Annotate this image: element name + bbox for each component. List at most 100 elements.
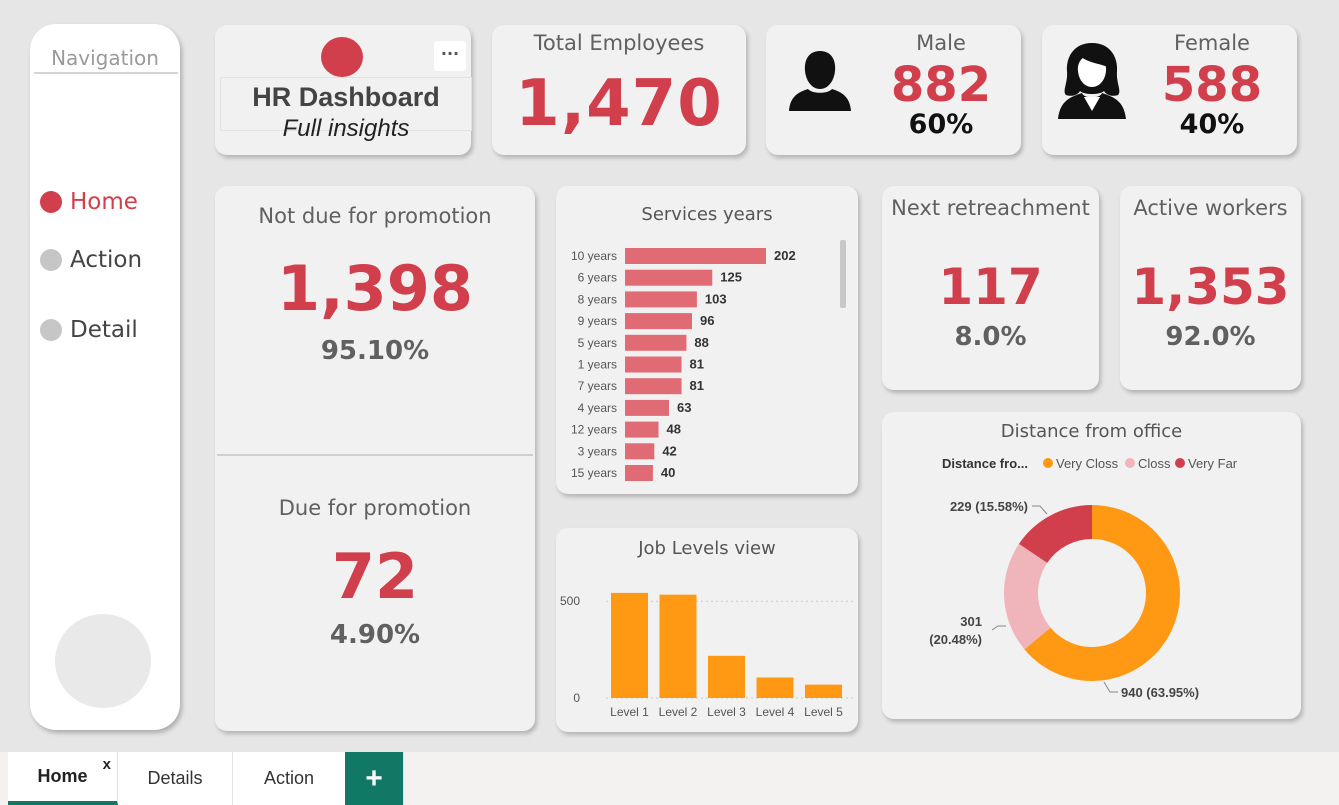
data-label: (20.48%): [929, 632, 982, 647]
nav-item-home[interactable]: Home: [40, 189, 138, 215]
y-tick-label: 500: [560, 594, 580, 608]
bar-category-label: 5 years: [578, 336, 617, 350]
not-due-value: 1,398: [276, 252, 474, 325]
tab-action[interactable]: Action: [233, 752, 346, 805]
legend-marker: [1175, 458, 1185, 468]
female-title: Female: [1174, 31, 1250, 55]
x-tick-label: Level 4: [756, 705, 795, 719]
x-tick-label: Level 1: [610, 705, 649, 719]
not-due-percent: 95.10%: [320, 336, 430, 366]
dashboard-title: HR Dashboard: [252, 82, 440, 112]
bar: [611, 592, 648, 698]
nav-item-action[interactable]: Action: [40, 247, 142, 273]
total-employees-value: 1,470: [515, 67, 723, 141]
bar: [756, 677, 794, 698]
bar: [625, 269, 713, 286]
bar: [659, 594, 697, 698]
navigation-panel: Navigation Home Action Detail: [30, 24, 180, 730]
bar-value-label: 81: [690, 357, 704, 372]
data-label: 229 (15.58%): [950, 499, 1028, 514]
female-card: Female 588 40%: [1042, 25, 1297, 155]
logo-circle-icon: [321, 37, 363, 77]
bar: [625, 334, 687, 351]
bar: [625, 356, 682, 373]
job-levels-chart: 0 500 Level 1 Level 2 Level 3 Level 4 Level 5: [560, 592, 854, 719]
active-workers-title: Active workers: [1133, 196, 1288, 220]
bar: [625, 443, 655, 460]
home-dot-icon: [40, 191, 62, 213]
distance-card: Distance from office Distance fro... Very…: [882, 412, 1301, 719]
leader-line: [1032, 505, 1048, 515]
tab-details[interactable]: Details: [118, 752, 233, 805]
legend-item-label: Closs: [1138, 456, 1171, 471]
bar: [625, 248, 766, 264]
legend-marker: [1125, 458, 1135, 468]
navigation-divider: [34, 72, 178, 74]
avatar-placeholder: [55, 614, 151, 708]
x-tick-label: Level 2: [659, 705, 698, 719]
bar-category-label: 6 years: [578, 271, 617, 285]
bar-value-label: 96: [700, 313, 714, 328]
nav-item-label: Action: [70, 247, 143, 273]
ellipsis-icon[interactable]: ···: [434, 41, 466, 71]
bar: [625, 313, 693, 330]
scrollbar-thumb[interactable]: [840, 240, 846, 308]
title-box: HR Dashboard Full insights: [220, 77, 472, 142]
bar-value-label: 81: [690, 378, 704, 393]
male-value: 882: [890, 57, 992, 113]
bar-category-label: 8 years: [578, 292, 617, 306]
nav-item-label: Home: [70, 189, 138, 215]
not-due-title: Not due for promotion: [258, 204, 492, 228]
tab-label: Details: [147, 768, 203, 788]
tab-label: Action: [263, 768, 315, 788]
bar: [708, 655, 745, 698]
bar-value-label: 202: [774, 248, 796, 263]
bar-value-label: 88: [694, 335, 708, 350]
male-percent: 60%: [908, 109, 974, 140]
active-workers-card: Active workers 1,353 92.0%: [1120, 186, 1301, 390]
detail-dot-icon: [40, 319, 62, 341]
retrenchment-card: Next retreachment 117 8.0%: [882, 186, 1099, 390]
bar: [805, 684, 842, 698]
legend-title: Distance fro...: [942, 456, 1028, 471]
bar-category-label: 4 years: [578, 401, 617, 415]
x-tick-label: Level 5: [804, 705, 843, 719]
male-person-icon: [789, 51, 851, 111]
bar: [625, 421, 659, 438]
legend-item-label: Very Far: [1188, 456, 1238, 471]
due-title: Due for promotion: [278, 496, 472, 520]
retrenchment-value: 117: [938, 258, 1043, 316]
tab-label: Home: [37, 766, 88, 786]
nav-item-detail[interactable]: Detail: [40, 317, 138, 343]
due-percent: 4.90%: [329, 620, 421, 650]
bar-value-label: 125: [720, 270, 742, 285]
male-card: Male 882 60%: [766, 25, 1021, 155]
dashboard-subtitle: Full insights: [282, 115, 410, 142]
bar-category-label: 12 years: [571, 423, 617, 437]
bar-value-label: 103: [705, 291, 727, 306]
retrenchment-title: Next retreachment: [891, 196, 1090, 220]
bar-category-label: 3 years: [578, 444, 617, 458]
navigation-title: Navigation: [51, 46, 159, 70]
distance-chart: Distance fro... Very Closs Closs Very Far 94…: [929, 456, 1238, 700]
job-levels-card: Job Levels view 0 500 Level 1 Level 2 Level …: [556, 528, 858, 732]
promotion-divider: [217, 454, 533, 456]
leader-line: [991, 625, 1006, 631]
close-icon[interactable]: x: [103, 756, 111, 773]
female-value: 588: [1161, 57, 1263, 113]
nav-item-label: Detail: [70, 317, 138, 343]
x-tick-label: Level 3: [707, 705, 746, 719]
bar-category-label: 9 years: [578, 314, 617, 328]
bar-value-label: 40: [661, 465, 675, 480]
active-workers-value: 1,353: [1131, 258, 1290, 316]
total-employees-card: Total Employees 1,470: [492, 25, 746, 155]
bar-category-label: 1 years: [578, 358, 617, 372]
action-dot-icon: [40, 249, 62, 271]
female-person-icon: [1058, 43, 1126, 119]
tab-home[interactable]: Home x: [8, 752, 118, 805]
header-card: ··· HR Dashboard Full insights: [215, 25, 472, 155]
add-page-button[interactable]: +: [345, 752, 404, 805]
data-label: 940 (63.95%): [1121, 685, 1199, 700]
services-years-chart: 10 years 202 6 years 125 8 years 103 9 years 96…: [571, 248, 796, 481]
bar-value-label: 48: [667, 422, 681, 437]
